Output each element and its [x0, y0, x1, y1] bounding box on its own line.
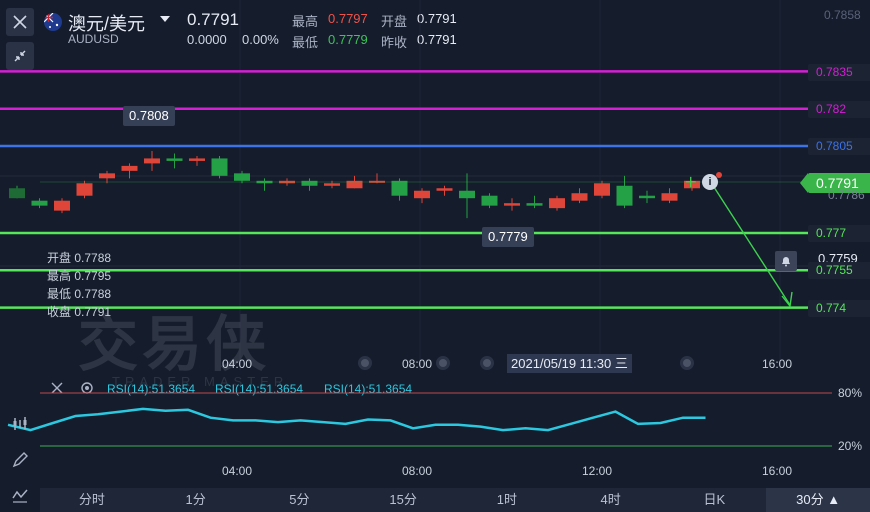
candle-body[interactable] — [504, 203, 520, 206]
price-tag: 0.7755 — [808, 262, 870, 279]
rsi-chart[interactable] — [0, 380, 870, 470]
candle-body[interactable] — [571, 193, 588, 201]
tab-1h[interactable]: 1时 — [455, 488, 559, 512]
tab-5m[interactable]: 5分 — [248, 488, 352, 512]
candle-body[interactable] — [234, 173, 250, 181]
tab-daily[interactable]: 日K — [663, 488, 767, 512]
tab-1m[interactable]: 1分 — [144, 488, 248, 512]
rsi-time-1200: 12:00 — [582, 464, 613, 478]
nav-dot[interactable] — [480, 356, 494, 370]
tab-30m[interactable]: 30分 ▲ — [766, 488, 870, 512]
candle-body[interactable] — [121, 165, 138, 171]
rsi-time-0800: 08:00 — [402, 464, 433, 478]
main-time-0800: 08:00 — [402, 357, 433, 371]
bell-icon[interactable] — [775, 251, 797, 271]
candle-body[interactable] — [76, 183, 93, 196]
candle-body[interactable] — [639, 195, 655, 199]
candle-body[interactable] — [166, 158, 183, 161]
caret-up-icon: ▲ — [823, 492, 841, 507]
candle-body[interactable] — [661, 193, 678, 201]
candle-body[interactable] — [144, 158, 160, 164]
crosshair-plus: + — [684, 172, 697, 191]
price-tag: 0.7835 — [808, 64, 870, 81]
main-time-1600: 16:00 — [762, 357, 793, 371]
candle-body[interactable] — [211, 158, 228, 176]
low-callout: 0.7779 — [482, 227, 534, 247]
rsi-level-80: 80% — [838, 386, 863, 400]
chart-type-icon[interactable] — [6, 410, 34, 438]
candle-body[interactable] — [436, 188, 453, 191]
pen-icon[interactable] — [6, 446, 34, 474]
candle-body[interactable] — [9, 188, 25, 199]
candle-body[interactable] — [391, 180, 408, 196]
trend-arrow — [711, 183, 791, 306]
candle-body[interactable] — [99, 173, 115, 179]
rsi-series-line — [7, 407, 706, 432]
candle-body[interactable] — [594, 183, 610, 196]
candle-body[interactable] — [301, 180, 318, 186]
tab-fenshi[interactable]: 分时 — [40, 488, 144, 512]
nav-dot[interactable] — [358, 356, 372, 370]
indicator-icon[interactable] — [6, 481, 34, 509]
nav-dot[interactable] — [680, 356, 694, 370]
candle-body[interactable] — [189, 158, 205, 161]
price-tag: 0.7805 — [808, 138, 870, 155]
price-tag-pointer — [800, 173, 808, 193]
price-tag: 0.774 — [808, 300, 870, 317]
candle-body[interactable] — [414, 190, 430, 199]
price-tag: 0.782 — [808, 101, 870, 118]
candle-body[interactable] — [324, 183, 340, 186]
price-tag: 0.7786 — [828, 188, 865, 202]
main-time-0400: 04:00 — [222, 357, 253, 371]
alert-dot — [716, 172, 722, 178]
tab-4h[interactable]: 4时 — [559, 488, 663, 512]
timeframe-tabs: 分时 1分 5分 15分 1时 4时 日K 30分 ▲ — [40, 488, 870, 512]
candle-body[interactable] — [54, 200, 70, 211]
high-callout: 0.7808 — [123, 106, 175, 126]
tab-15m[interactable]: 15分 — [351, 488, 455, 512]
candle-body[interactable] — [526, 203, 543, 206]
chart-app: 澳元/美元 AUDUSD 0.7791 0.0000 0.00% 最高 0.77… — [0, 0, 870, 512]
rsi-level-20: 20% — [838, 439, 863, 453]
candle-body[interactable] — [459, 190, 475, 199]
candle-body[interactable] — [31, 200, 48, 206]
candle-body[interactable] — [616, 185, 633, 206]
tab-30m-label: 30分 — [796, 492, 824, 507]
price-tag: 0.777 — [808, 225, 870, 242]
legend-high: 最高 0.7795 — [47, 269, 112, 283]
candle-body[interactable] — [481, 195, 498, 206]
candle-body[interactable] — [549, 198, 565, 209]
legend-open: 开盘 0.7788 — [47, 251, 112, 265]
crosshair-date: 2021/05/19 11:30 三 — [507, 354, 632, 373]
nav-dot[interactable] — [436, 356, 450, 370]
candles — [9, 150, 700, 219]
rsi-time-0400: 04:00 — [222, 464, 253, 478]
rsi-time-1600: 16:00 — [762, 464, 793, 478]
